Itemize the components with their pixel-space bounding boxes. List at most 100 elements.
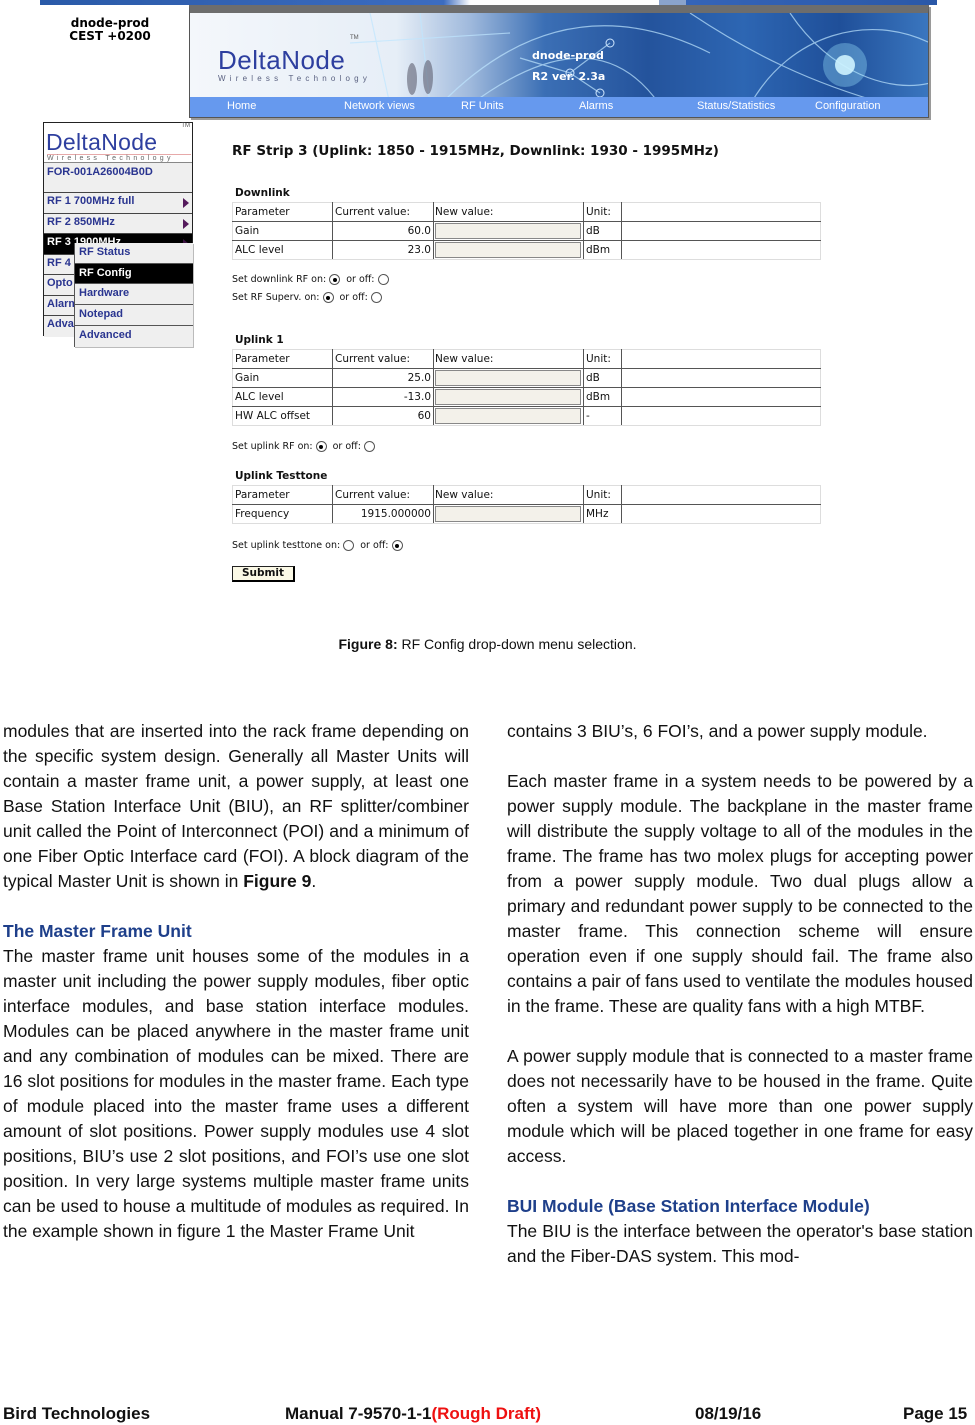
column-header: Current value: [332, 485, 434, 505]
footer-page-number: Page 15 [903, 1404, 968, 1423]
uplink-table: Parameter Current value: New value: Unit… [232, 349, 821, 426]
downlink-table: Parameter Current value: New value: Unit… [232, 202, 821, 260]
downlink-rf-on-radio[interactable] [329, 274, 341, 285]
testtone-section-title: Uplink Testtone [235, 470, 328, 482]
rf-supervision-toggle: Set RF Superv. on: or off: [232, 292, 388, 303]
unit: dBm [583, 240, 622, 260]
side-item-label: RF 1 700MHz full [47, 195, 135, 207]
testtone-toggle: Set uplink testtone on: or off: [232, 540, 409, 551]
side-item-label: Opto [47, 277, 73, 289]
uplink-rf-off-radio[interactable] [363, 441, 375, 452]
current-value: 23.0 [332, 240, 434, 260]
banner-version: R2 ver. 2.3a [532, 70, 606, 83]
paragraph: Each master frame in a system needs to b… [507, 771, 973, 1016]
nav-alarms[interactable]: Alarms [579, 100, 613, 112]
toggle-label: Set uplink RF on: [232, 441, 313, 452]
column-header: Current value: [332, 202, 434, 222]
submenu-arrow-icon [183, 198, 189, 208]
figure-9-reference[interactable]: Figure 9 [243, 871, 311, 891]
column-header: Current value: [332, 349, 434, 369]
footer-company: Bird Technologies [3, 1404, 151, 1423]
submenu-rf-status[interactable]: RF Status [75, 243, 193, 264]
top-navigation: Home Network views RF Units Alarms Statu… [190, 97, 928, 117]
header-banner: DeltaNode TM Wireless Technology dnode-p… [189, 5, 929, 118]
unit: dB [583, 368, 622, 388]
host-info: dnode-prod CEST +0200 [40, 17, 180, 43]
footer-draft-label: (Rough Draft) [431, 1404, 541, 1423]
column-header: Parameter [232, 202, 333, 222]
right-column: contains 3 BIU’s, 6 FOI’s, and a power s… [507, 719, 973, 1269]
banner-hostname: dnode-prod [532, 49, 604, 62]
column-header: New value: [433, 202, 584, 222]
downlink-alc-level-input[interactable] [435, 241, 581, 258]
submenu-hardware[interactable]: Hardware [75, 284, 193, 306]
downlink-gain-input[interactable] [435, 222, 581, 239]
nav-rf-units[interactable]: RF Units [461, 100, 504, 112]
nav-home[interactable]: Home [227, 100, 256, 112]
banner-trademark: TM [350, 35, 359, 41]
current-value: 25.0 [332, 368, 434, 388]
testtone-on-radio[interactable] [343, 540, 355, 551]
submenu-advanced[interactable]: Advanced [75, 326, 193, 347]
section-heading-biu-module: BUI Module (Base Station Interface Modul… [507, 1196, 870, 1216]
side-item-rf1[interactable]: RF 1 700MHz full [44, 193, 192, 214]
table-row: Frequency 1915.000000 MHz [232, 504, 821, 524]
footer-manual-number: Manual 7-9570-1-1 [285, 1404, 432, 1423]
table-row: ALC level -13.0 dBm [232, 387, 821, 407]
table-row: ALC level 23.0 dBm [232, 240, 821, 260]
testtone-frequency-input[interactable] [435, 505, 581, 522]
uplink-rf-toggle: Set uplink RF on: or off: [232, 441, 381, 452]
submenu-arrow-icon [183, 218, 189, 229]
side-item-rf2[interactable]: RF 2 850MHz [44, 213, 192, 234]
footer-manual: Manual 7-9570-1-1(Rough Draft) [285, 1404, 541, 1424]
toggle-off-label: or off: [339, 292, 368, 303]
toggle-label: Set RF Superv. on: [232, 292, 320, 303]
toggle-off-label: or off: [332, 441, 361, 452]
paragraph: modules that are inserted into the rack … [3, 721, 469, 891]
figure-caption: Figure 8: RF Config drop-down menu selec… [0, 636, 975, 652]
toggle-label: Set uplink testtone on: [232, 540, 341, 551]
column-header: Unit: [583, 349, 622, 369]
parameter-name: Gain [232, 221, 333, 241]
nav-status-statistics[interactable]: Status/Statistics [697, 100, 775, 112]
column-header: Unit: [583, 202, 622, 222]
rf3-dropdown-menu: RF Status RF Config Hardware Notepad Adv… [74, 243, 193, 347]
uplink-rf-on-radio[interactable] [315, 441, 327, 452]
uplink-hw-alc-offset-input[interactable] [435, 407, 581, 424]
page-footer: Bird Technologies Manual 7-9570-1-1(Roug… [0, 1404, 975, 1424]
rf-superv-on-radio[interactable] [322, 292, 334, 303]
uplink-gain-input[interactable] [435, 369, 581, 386]
column-header: New value: [433, 485, 584, 505]
paragraph: The BIU is the interface between the ope… [507, 1221, 973, 1266]
parameter-name: HW ALC offset [232, 406, 333, 426]
toggle-off-label: or off: [360, 540, 389, 551]
submenu-rf-config[interactable]: RF Config [75, 263, 193, 285]
unit-id: FOR-001A26004B0D [44, 163, 192, 193]
page-title: RF Strip 3 (Uplink: 1850 - 1915MHz, Down… [232, 143, 719, 159]
side-item-label: RF 2 850MHz [47, 215, 115, 228]
rf-superv-off-radio[interactable] [370, 292, 382, 303]
footer-date: 08/19/16 [695, 1404, 762, 1423]
toggle-label: Set downlink RF on: [232, 274, 327, 285]
current-value: 60 [332, 406, 434, 426]
unit: MHz [583, 504, 622, 524]
downlink-rf-off-radio[interactable] [377, 274, 389, 285]
table-header-row: Parameter Current value: New value: Unit… [232, 485, 821, 505]
table-row: HW ALC offset 60 - [232, 406, 821, 426]
column-header: New value: [433, 349, 584, 369]
parameter-name: Gain [232, 368, 333, 388]
nav-network-views[interactable]: Network views [344, 100, 415, 112]
testtone-off-radio[interactable] [391, 540, 403, 551]
caption-label: Figure 8: [338, 636, 398, 652]
table-row: Gain 60.0 dB [232, 221, 821, 241]
uplink-section-title: Uplink 1 [235, 334, 284, 346]
table-header-row: Parameter Current value: New value: Unit… [232, 202, 821, 222]
side-item-label: RF 4 [47, 256, 71, 269]
submit-button[interactable]: Submit [232, 566, 295, 582]
uplink-alc-level-input[interactable] [435, 388, 581, 405]
current-value: 60.0 [332, 221, 434, 241]
submenu-notepad[interactable]: Notepad [75, 305, 193, 326]
nav-configuration[interactable]: Configuration [815, 100, 880, 112]
toggle-off-label: or off: [346, 274, 375, 285]
banner-logo-subtitle: Wireless Technology [218, 74, 372, 83]
